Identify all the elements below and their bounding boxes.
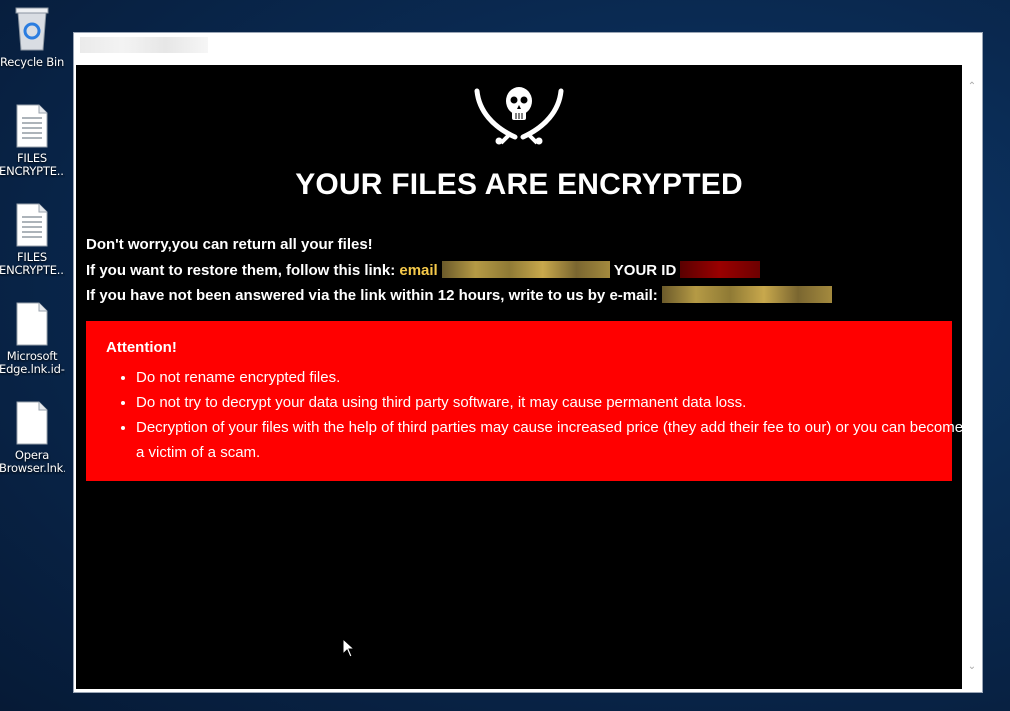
desktop-icon-label: Microsoft Edge.lnk.id-... xyxy=(0,350,65,376)
desktop-icon-opera-browser[interactable]: Opera Browser.lnk.... xyxy=(0,401,65,475)
blank-file-icon xyxy=(16,302,48,346)
attention-list: Do not rename encrypted files. Do not tr… xyxy=(106,365,962,465)
attention-item: Do not rename encrypted files. xyxy=(136,365,962,390)
blank-file-icon xyxy=(16,401,48,445)
ransom-heading: YOUR FILES ARE ENCRYPTED xyxy=(295,168,743,201)
window-titlebar[interactable] xyxy=(74,33,980,63)
fallback-contact-line: If you have not been answered via the li… xyxy=(86,286,832,304)
your-id-label: YOUR ID xyxy=(613,262,677,279)
scroll-up-icon[interactable]: ⌃ xyxy=(964,79,980,95)
desktop-icon-files-encrypted-2[interactable]: FILES ENCRYPTE... xyxy=(0,203,65,277)
redacted-id xyxy=(680,261,761,278)
mouse-cursor-icon xyxy=(342,638,356,658)
restore-prefix: If you want to restore them, follow this… xyxy=(86,262,396,279)
restore-instructions-line: If you want to restore them, follow this… xyxy=(86,261,761,279)
desktop-icon-label: FILES ENCRYPTE... xyxy=(0,251,65,277)
attention-box: Attention! Do not rename encrypted files… xyxy=(86,321,962,481)
recycle-bin-icon xyxy=(15,7,49,51)
redacted-email xyxy=(661,286,832,303)
reassurance-line: Don't worry,you can return all your file… xyxy=(86,236,373,253)
email-link-label[interactable]: email xyxy=(399,262,437,279)
text-file-icon xyxy=(16,104,48,148)
fallback-text: If you have not been answered via the li… xyxy=(86,287,658,304)
desktop-icon-files-encrypted-1[interactable]: FILES ENCRYPTE... xyxy=(0,104,65,178)
text-file-icon xyxy=(16,203,48,247)
desktop-icon-microsoft-edge[interactable]: Microsoft Edge.lnk.id-... xyxy=(0,302,65,376)
redacted-email xyxy=(441,261,610,278)
attention-title: Attention! xyxy=(106,339,177,356)
desktop-icon-label: Opera Browser.lnk.... xyxy=(0,449,65,475)
desktop-icon-label: Recycle Bin xyxy=(0,56,65,69)
desktop-icon-recycle-bin[interactable]: Recycle Bin xyxy=(0,4,65,69)
vertical-scrollbar[interactable]: ⌃ ⌄ xyxy=(964,65,980,689)
desktop-icon-label: FILES ENCRYPTE... xyxy=(0,152,65,178)
ransom-note-window: YOUR FILES ARE ENCRYPTED Don't worry,you… xyxy=(73,32,983,693)
attention-item: Decryption of your files with the help o… xyxy=(136,415,962,465)
ransom-note-content: YOUR FILES ARE ENCRYPTED Don't worry,you… xyxy=(76,65,962,689)
skull-crossed-swords-icon xyxy=(474,87,564,145)
scroll-down-icon[interactable]: ⌄ xyxy=(964,659,980,675)
attention-item: Do not try to decrypt your data using th… xyxy=(136,390,962,415)
blurred-window-title xyxy=(80,37,208,53)
